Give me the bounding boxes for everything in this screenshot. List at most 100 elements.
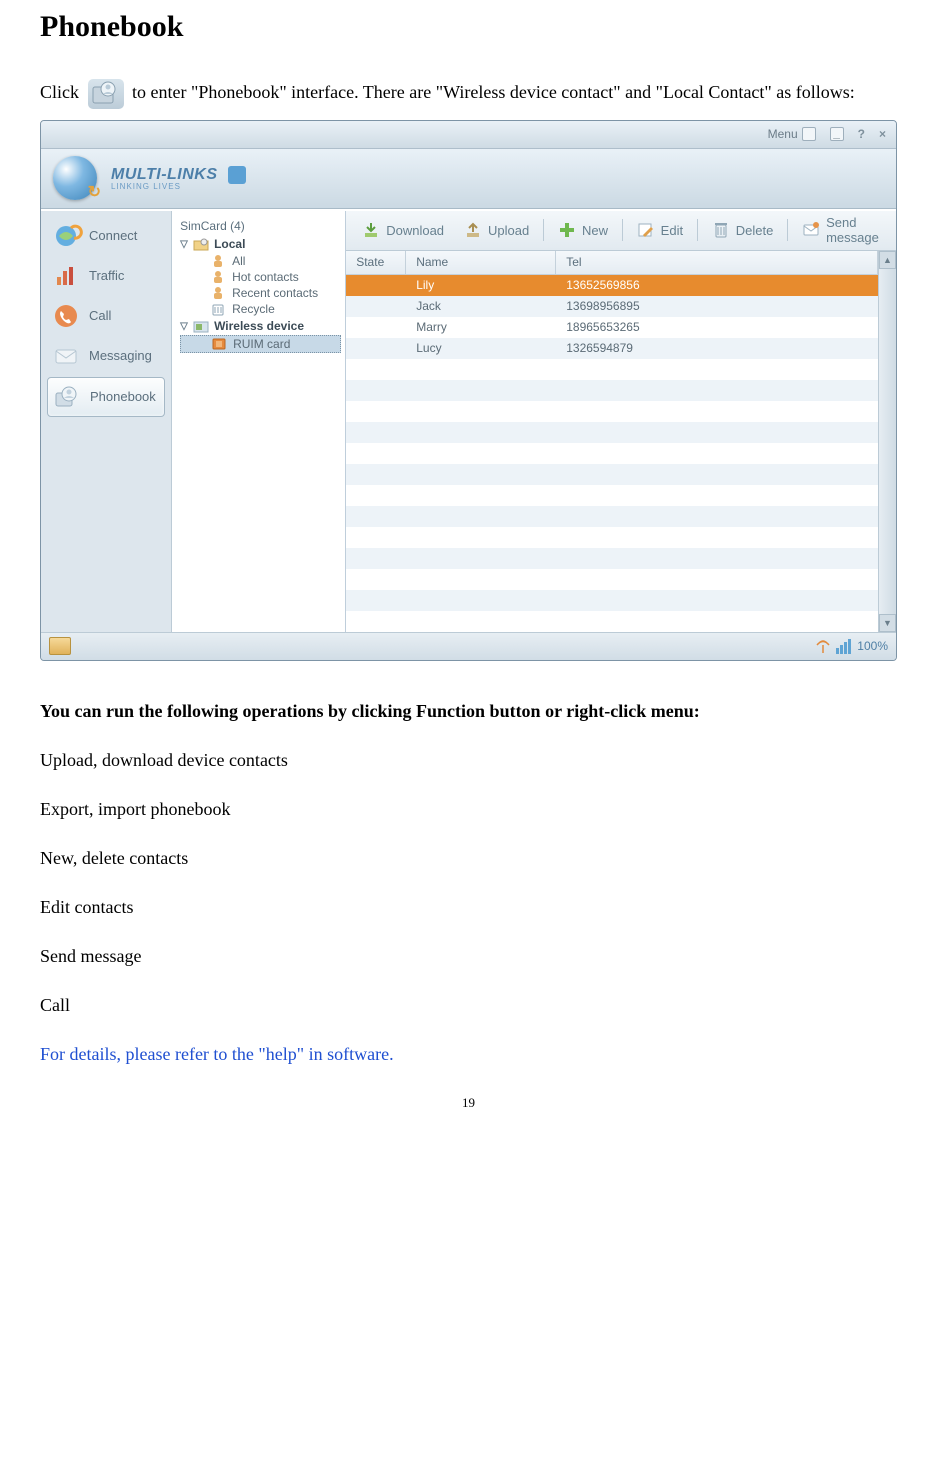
tree-child-label: Recycle: [232, 302, 275, 316]
tree-root[interactable]: SimCard (4): [180, 217, 341, 235]
cell-state: [346, 296, 406, 317]
cell-name: [406, 380, 556, 401]
tree-child-label: Hot contacts: [232, 270, 299, 284]
tree-wireless-label: Wireless device: [214, 319, 304, 333]
table-row[interactable]: Marry18965653265: [346, 317, 878, 338]
cell-state: [346, 443, 406, 464]
toolbar-separator: [543, 219, 544, 241]
connect-icon: [53, 225, 79, 247]
main-column: Download Upload New Edit: [346, 211, 896, 632]
cell-name: [406, 527, 556, 548]
cell-state: [346, 527, 406, 548]
intro-before: Click: [40, 82, 84, 102]
button-label: Download: [386, 223, 444, 238]
cell-tel: 13652569856: [556, 275, 878, 296]
phonebook-icon: [54, 386, 80, 408]
cell-tel: [556, 611, 878, 632]
button-label: Edit: [661, 223, 683, 238]
button-label: New: [582, 223, 608, 238]
minimize-icon[interactable]: _: [830, 127, 844, 141]
tree-hot-contacts[interactable]: Hot contacts: [180, 269, 341, 285]
edit-icon: [637, 221, 655, 239]
col-state[interactable]: State: [346, 251, 406, 274]
sidebar: Connect Traffic Call Messaging Phonebook: [41, 211, 172, 632]
trash-icon: [210, 302, 226, 316]
operation-item: Export, import phonebook: [40, 799, 897, 820]
table-row[interactable]: Lucy1326594879: [346, 338, 878, 359]
upload-button[interactable]: Upload: [458, 217, 535, 243]
cell-name: Lily: [406, 275, 556, 296]
chevron-down-icon: ▽: [180, 239, 190, 249]
tree-all[interactable]: All: [180, 253, 341, 269]
button-label: Delete: [736, 223, 774, 238]
edit-button[interactable]: Edit: [631, 217, 689, 243]
table-row: [346, 359, 878, 380]
sidebar-item-messaging[interactable]: Messaging: [47, 337, 165, 375]
intro-paragraph: Click to enter "Phonebook" interface. Th…: [40, 74, 897, 112]
sim-card-icon: [211, 337, 227, 351]
trash-icon: [712, 221, 730, 239]
table-row: [346, 569, 878, 590]
chevron-down-icon: ▽: [180, 321, 190, 331]
cell-tel: 1326594879: [556, 338, 878, 359]
cell-name: [406, 611, 556, 632]
cell-name: [406, 464, 556, 485]
sidebar-item-phonebook[interactable]: Phonebook: [47, 377, 165, 417]
col-name[interactable]: Name: [406, 251, 556, 274]
close-icon[interactable]: ×: [879, 127, 886, 141]
menu-button[interactable]: Menu: [768, 127, 816, 141]
tree-recent-contacts[interactable]: Recent contacts: [180, 285, 341, 301]
sidebar-item-connect[interactable]: Connect: [47, 217, 165, 255]
cell-state: [346, 548, 406, 569]
cell-name: [406, 548, 556, 569]
tree-ruim-card[interactable]: RUIM card: [180, 335, 341, 353]
delete-button[interactable]: Delete: [706, 217, 780, 243]
cell-name: Jack: [406, 296, 556, 317]
status-left-icon[interactable]: [49, 637, 71, 655]
table-row: [346, 527, 878, 548]
sidebar-label: Call: [89, 308, 111, 323]
send-message-button[interactable]: Send message: [796, 211, 886, 249]
tree-child-label: All: [232, 254, 245, 268]
details-link: For details, please refer to the "help" …: [40, 1044, 897, 1065]
download-button[interactable]: Download: [356, 217, 450, 243]
menu-label: Menu: [768, 127, 798, 141]
table-wrap: State Name Tel Lily13652569856Jack136989…: [346, 251, 896, 632]
send-icon: [802, 221, 820, 239]
sidebar-item-call[interactable]: Call: [47, 297, 165, 335]
table-header: State Name Tel: [346, 251, 878, 275]
cell-name: [406, 590, 556, 611]
col-tel[interactable]: Tel: [556, 251, 878, 274]
sidebar-item-traffic[interactable]: Traffic: [47, 257, 165, 295]
sidebar-label: Phonebook: [90, 389, 156, 404]
cell-tel: [556, 380, 878, 401]
new-button[interactable]: New: [552, 217, 614, 243]
toolbar-separator: [787, 219, 788, 241]
cell-name: [406, 569, 556, 590]
cell-name: [406, 401, 556, 422]
operation-item: Send message: [40, 946, 897, 967]
table-row[interactable]: Jack13698956895: [346, 296, 878, 317]
scroll-up-icon[interactable]: ▲: [879, 251, 896, 269]
cell-name: [406, 359, 556, 380]
vertical-scrollbar[interactable]: ▲ ▼: [878, 251, 896, 632]
scroll-down-icon[interactable]: ▼: [879, 614, 896, 632]
cell-state: [346, 485, 406, 506]
cell-tel: [556, 485, 878, 506]
cell-tel: [556, 401, 878, 422]
cell-name: [406, 506, 556, 527]
device-icon: [194, 319, 210, 333]
cell-tel: [556, 569, 878, 590]
cell-tel: [556, 506, 878, 527]
table-row: [346, 590, 878, 611]
tree-recycle[interactable]: Recycle: [180, 301, 341, 317]
sidebar-label: Traffic: [89, 268, 124, 283]
cell-tel: [556, 548, 878, 569]
tree-local[interactable]: ▽ Local: [180, 235, 341, 253]
help-icon[interactable]: ?: [858, 127, 865, 141]
page-title: Phonebook: [40, 10, 897, 44]
sidebar-label: Messaging: [89, 348, 152, 363]
table-row[interactable]: Lily13652569856: [346, 275, 878, 296]
tree-local-label: Local: [214, 237, 245, 251]
tree-wireless[interactable]: ▽ Wireless device: [180, 317, 341, 335]
